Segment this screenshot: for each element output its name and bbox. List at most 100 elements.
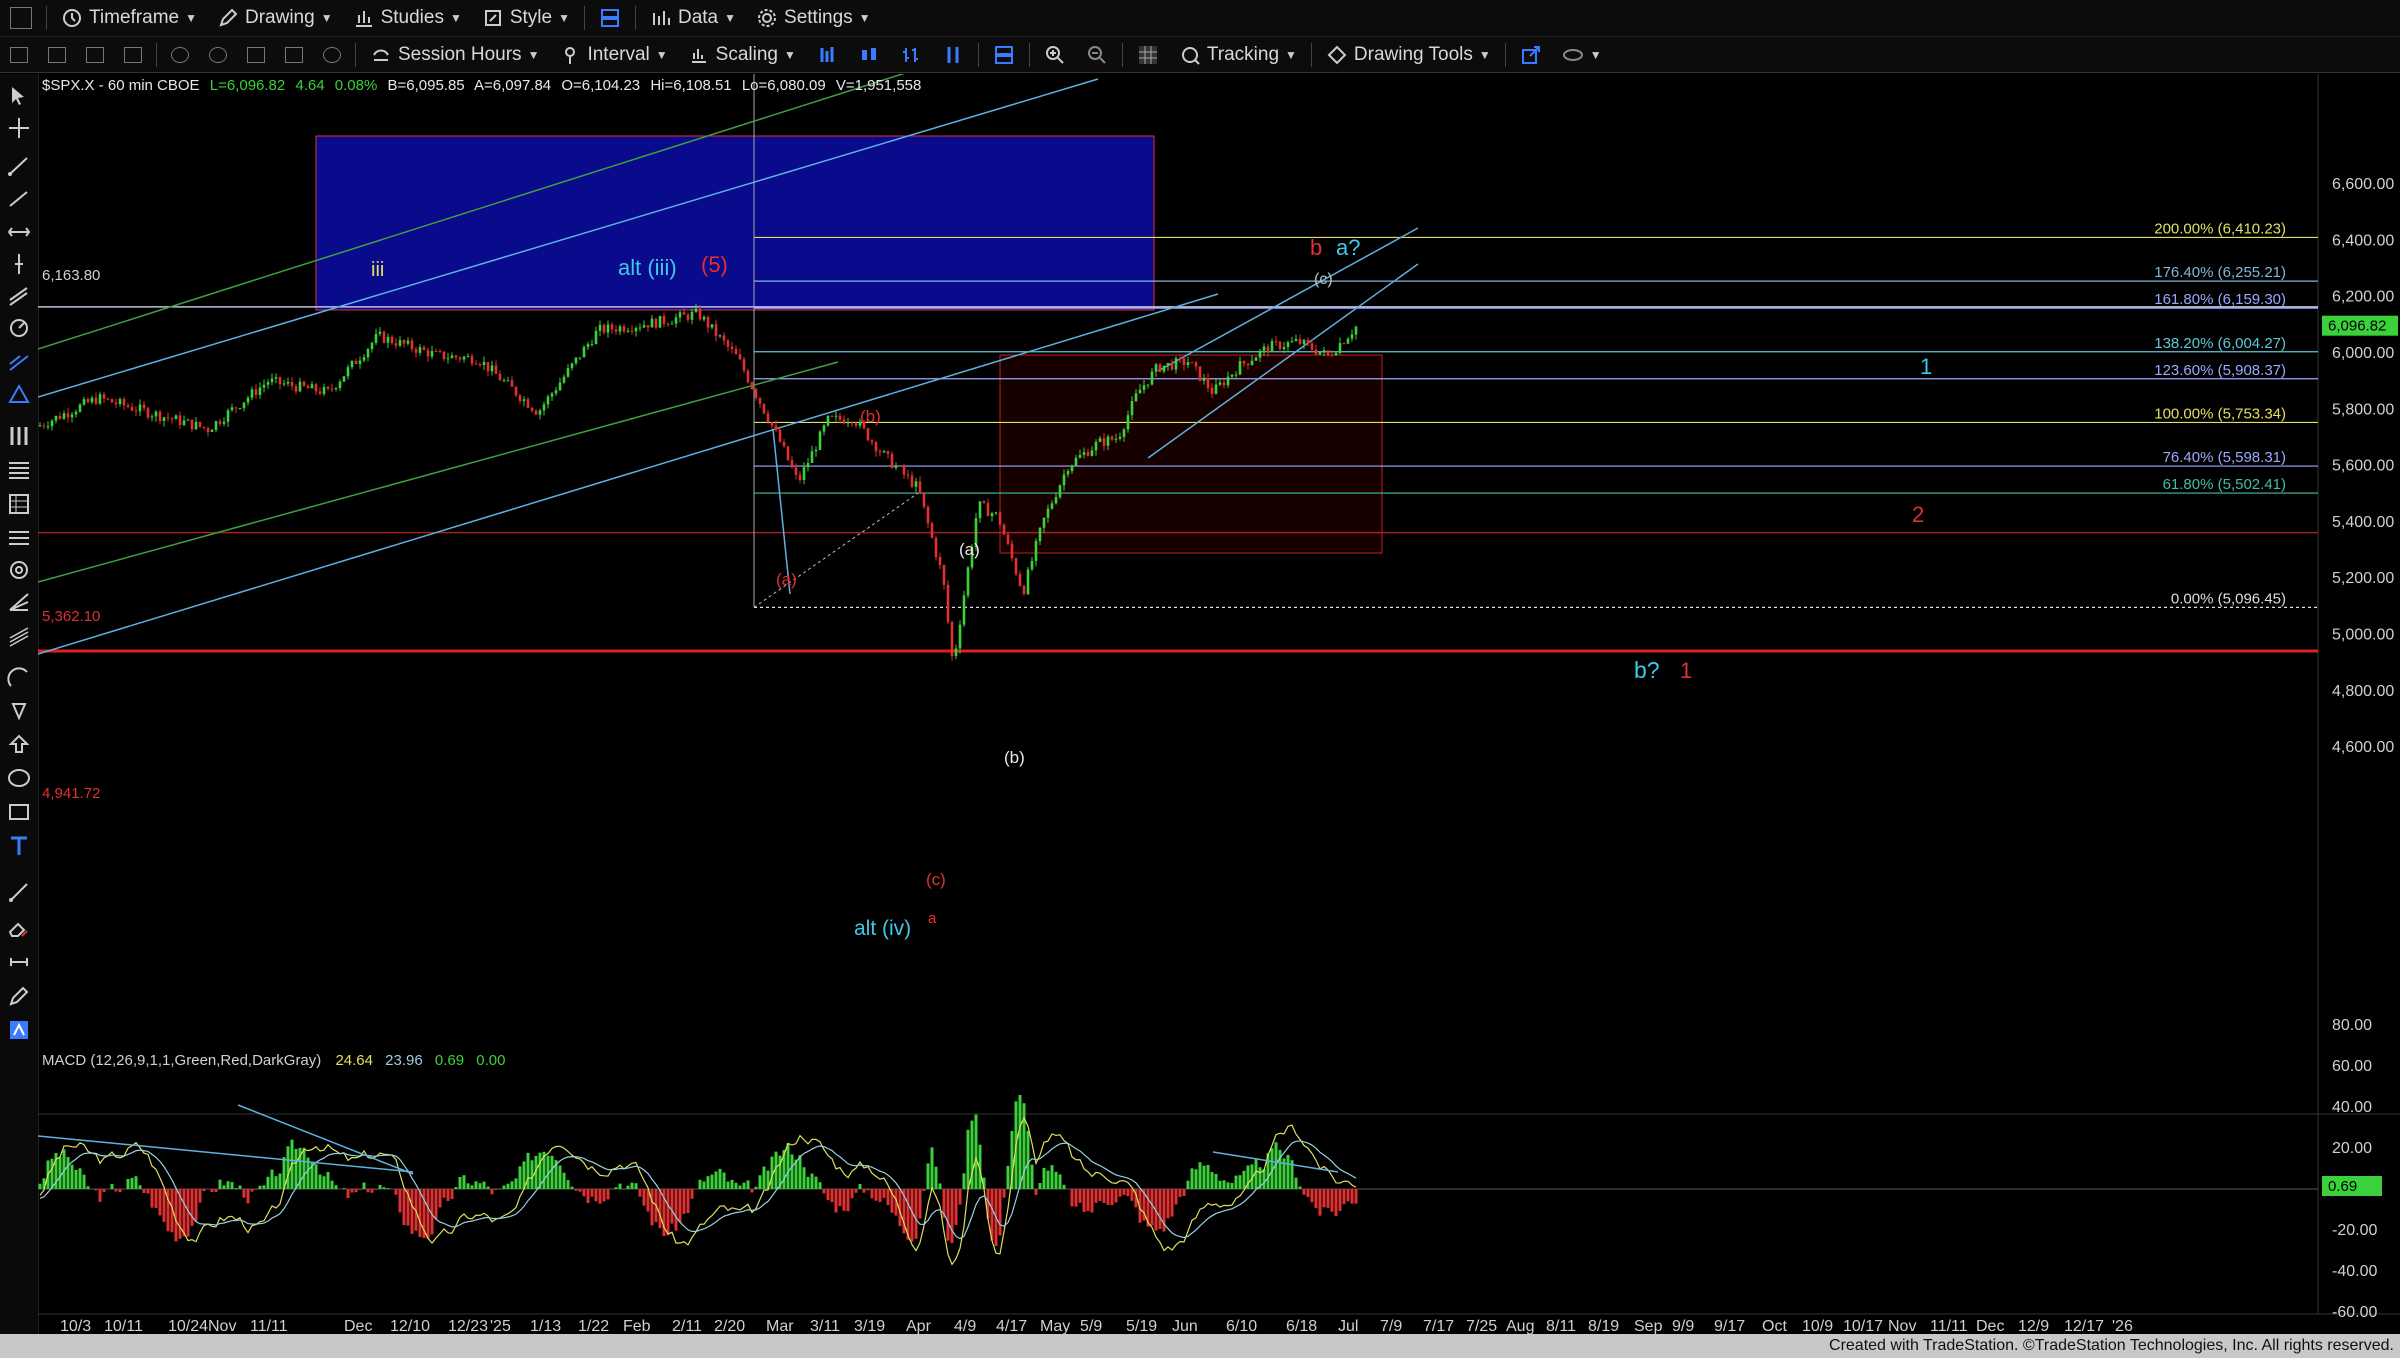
scaling-button[interactable]: Scaling ▼ — [678, 37, 806, 72]
macd-histogram-bar — [346, 1189, 350, 1199]
toolbar-divider — [1310, 42, 1312, 67]
search-button[interactable] — [313, 37, 351, 72]
arrow-up-icon[interactable] — [7, 732, 31, 756]
candle-body — [222, 421, 226, 424]
price-tick: 5,400.00 — [2332, 514, 2394, 531]
wave-label-c-top: (c) — [1314, 271, 1333, 288]
fibonacci-icon[interactable] — [7, 458, 31, 482]
cascade-button[interactable] — [38, 37, 76, 72]
style-menu[interactable]: Style ▼ — [472, 0, 580, 36]
time-tick: 10/24 — [168, 1318, 208, 1334]
save-button[interactable] — [237, 37, 275, 72]
remove-drawings-icon[interactable] — [7, 880, 31, 904]
interval-button[interactable]: Interval ▼ — [549, 37, 677, 72]
candle-body — [398, 340, 402, 346]
open-button[interactable] — [275, 37, 313, 72]
macd-histogram-bar — [214, 1189, 218, 1192]
pointer-icon[interactable] — [7, 84, 31, 108]
trendline-icon[interactable] — [7, 154, 31, 178]
macd-histogram-bar — [118, 1189, 122, 1193]
pitchfork-icon[interactable] — [7, 350, 31, 374]
time-tick: Mar — [766, 1318, 794, 1334]
candle-body — [1314, 349, 1318, 355]
grid-button[interactable] — [76, 37, 114, 72]
macd-histogram-bar — [498, 1188, 502, 1189]
speed-lines-icon[interactable] — [7, 590, 31, 614]
macd-histogram-bar — [642, 1189, 646, 1206]
tracking-button[interactable]: Tracking ▼ — [1169, 37, 1307, 72]
window-menu-button[interactable] — [0, 0, 42, 36]
refresh-button[interactable] — [199, 37, 237, 72]
candle-body — [1086, 452, 1090, 456]
settings-menu[interactable]: Settings ▼ — [746, 0, 881, 36]
chart-layout-button[interactable] — [589, 0, 631, 36]
cycle-icon[interactable] — [7, 558, 31, 582]
macd-histogram-bar — [786, 1143, 790, 1189]
layout-toggle-button[interactable] — [983, 37, 1025, 72]
gann-icon[interactable] — [7, 316, 31, 340]
export-button[interactable] — [1510, 37, 1552, 72]
candle-body — [234, 407, 238, 409]
macd-histogram-bar — [1070, 1189, 1074, 1207]
ohlc-chart-button[interactable] — [890, 37, 932, 72]
drawing-tools-button[interactable]: Drawing Tools ▼ — [1316, 37, 1501, 72]
price-axis[interactable]: 6,600.00 6,400.00 6,200.00 6,000.00 5,80… — [2332, 176, 2394, 756]
candle-body — [594, 330, 598, 345]
fib-extension-icon[interactable] — [7, 526, 31, 550]
macd-histogram-bar — [1322, 1189, 1326, 1208]
rectangle-icon[interactable] — [7, 800, 31, 824]
candle-body — [626, 330, 630, 332]
bar-chart-button[interactable] — [806, 37, 848, 72]
arc-icon[interactable] — [7, 666, 31, 690]
macd-histogram-bar — [998, 1189, 1002, 1236]
zoom-in-icon — [1045, 45, 1064, 64]
new-window-button[interactable] — [0, 37, 38, 72]
horizontal-line-icon[interactable] — [7, 220, 31, 244]
macd-histogram-bar — [378, 1184, 382, 1189]
print-button[interactable] — [114, 37, 152, 72]
drawing-menu[interactable]: Drawing ▼ — [207, 0, 343, 36]
macd-axis[interactable]: 80.00 60.00 40.00 20.00 -20.00 -40.00 -6… — [2332, 1017, 2377, 1321]
crosshair-icon[interactable] — [7, 116, 31, 140]
pen-icon[interactable] — [7, 984, 31, 1008]
session-hours-button[interactable]: Session Hours ▼ — [360, 37, 549, 72]
macd-histogram-bar — [254, 1189, 258, 1190]
triangle-icon[interactable] — [7, 382, 31, 406]
zoom-in-button[interactable] — [1034, 37, 1076, 72]
fib-time-icon[interactable] — [7, 492, 31, 516]
arrow-down-icon[interactable] — [7, 698, 31, 722]
eraser-icon[interactable] — [7, 916, 31, 940]
bars-icon[interactable] — [7, 424, 31, 448]
hlc-chart-button[interactable] — [932, 37, 974, 72]
ask-price: A=6,097.84 — [474, 77, 551, 94]
macd-histogram-bar — [126, 1178, 130, 1189]
macd-histogram-bar — [1050, 1165, 1054, 1189]
grid-toggle-button[interactable] — [1127, 37, 1169, 72]
retrace-zone-box — [999, 354, 1383, 554]
magnet-icon[interactable] — [7, 950, 31, 974]
vertical-line-icon[interactable] — [7, 252, 31, 276]
symbol-link-button[interactable] — [161, 37, 199, 72]
price-tick: 6,400.00 — [2332, 232, 2394, 249]
data-menu[interactable]: Data ▼ — [640, 0, 746, 36]
candle-chart-button[interactable] — [848, 37, 890, 72]
macd-histogram-bar — [1346, 1189, 1350, 1202]
symbol-label: $SPX.X - 60 min CBOE — [42, 77, 200, 94]
timeframe-menu[interactable]: Timeframe ▼ — [51, 0, 207, 36]
macd-histogram-bar — [502, 1185, 506, 1189]
candle-body — [1318, 352, 1322, 355]
link-menu-button[interactable]: ▼ — [1552, 37, 1612, 72]
macd-histogram-bar — [1350, 1189, 1354, 1204]
studies-menu[interactable]: Studies ▼ — [343, 0, 472, 36]
ray-icon[interactable] — [7, 186, 31, 210]
time-axis[interactable]: 10/3 10/11 10/24 Nov 11/11 Dec 12/10 12/23'25 1/… — [60, 1318, 2133, 1334]
annotation-icon[interactable] — [7, 1018, 31, 1042]
candle-body — [962, 595, 966, 625]
channel-icon[interactable] — [7, 284, 31, 308]
ellipse-icon[interactable] — [7, 766, 31, 790]
price-chart[interactable]: $SPX.X - 60 min CBOE L=6,096.82 4.64 0.0… — [38, 74, 2400, 1334]
zoom-out-button[interactable] — [1076, 37, 1118, 72]
candle-body — [350, 360, 354, 368]
text-icon[interactable] — [7, 834, 31, 858]
regression-icon[interactable] — [7, 624, 31, 648]
